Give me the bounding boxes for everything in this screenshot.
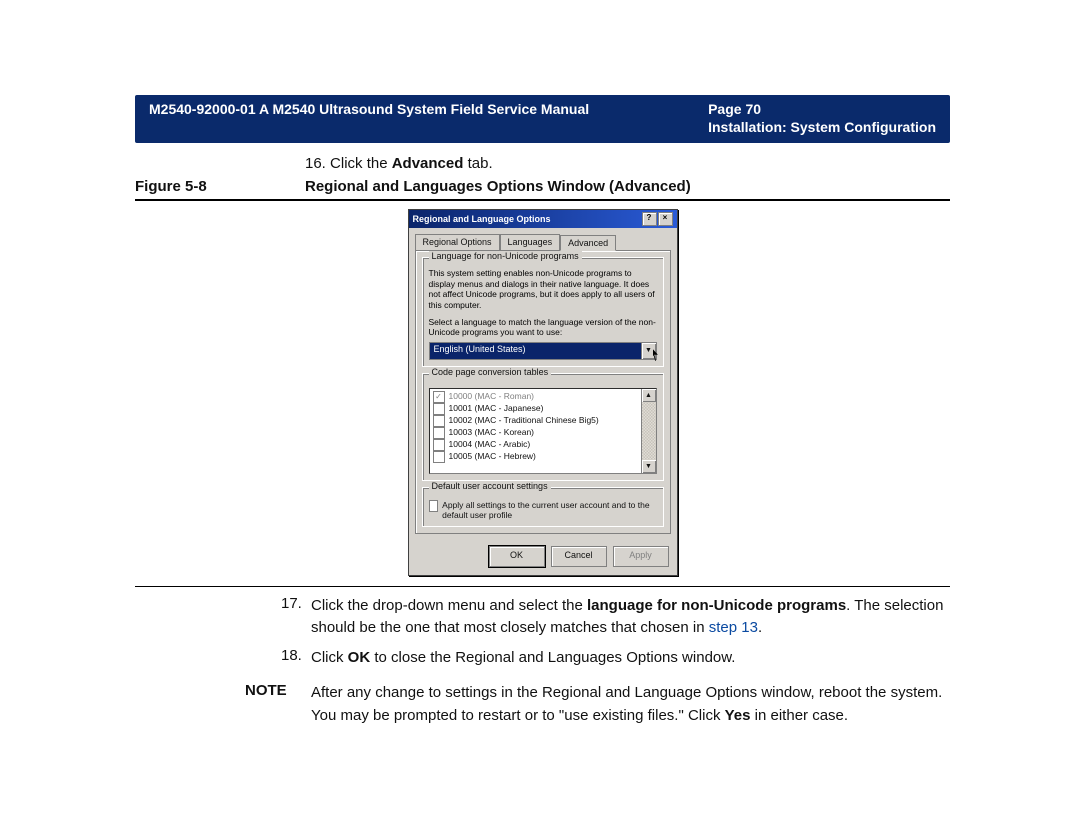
group-default-user: Default user account settings Apply all … bbox=[422, 487, 664, 527]
group-description: This system setting enables non-Unicode … bbox=[429, 268, 657, 311]
dialog-title: Regional and Language Options bbox=[413, 214, 551, 224]
dialog-window: Regional and Language Options ? × Region… bbox=[408, 209, 678, 576]
checkbox-label: Apply all settings to the current user a… bbox=[442, 500, 656, 520]
scrollbar[interactable]: ▲ ▼ bbox=[641, 389, 656, 473]
group-legend: Code page conversion tables bbox=[429, 367, 552, 377]
ok-button[interactable]: OK bbox=[489, 546, 545, 567]
scroll-track[interactable] bbox=[642, 402, 656, 460]
apply-button[interactable]: Apply bbox=[613, 546, 669, 567]
dialog-buttons: OK Cancel Apply bbox=[409, 540, 677, 575]
tab-languages[interactable]: Languages bbox=[500, 234, 561, 250]
list-item[interactable]: ✓10000 (MAC - Roman) bbox=[433, 391, 638, 403]
section-title: Installation: System Configuration bbox=[708, 119, 936, 135]
rule bbox=[135, 586, 950, 587]
tab-panel-advanced: Language for non-Unicode programs This s… bbox=[415, 250, 671, 534]
step-18: 18. Click OK to close the Regional and L… bbox=[281, 647, 950, 669]
checkbox-icon[interactable] bbox=[433, 415, 445, 427]
figure-heading: Figure 5-8 Regional and Languages Option… bbox=[135, 178, 950, 195]
figure-title: Regional and Languages Options Window (A… bbox=[305, 178, 691, 195]
list-item[interactable]: 10001 (MAC - Japanese) bbox=[433, 403, 638, 415]
step-16: 16. Click the Advanced tab. bbox=[305, 155, 950, 172]
group-legend: Default user account settings bbox=[429, 481, 551, 491]
codepage-listbox[interactable]: ✓10000 (MAC - Roman) 10001 (MAC - Japane… bbox=[429, 388, 657, 474]
help-button[interactable]: ? bbox=[642, 212, 657, 226]
list-item[interactable]: 10002 (MAC - Traditional Chinese Big5) bbox=[433, 415, 638, 427]
scroll-down-icon[interactable]: ▼ bbox=[642, 460, 656, 473]
language-combobox[interactable]: English (United States) ▼ bbox=[429, 342, 657, 360]
figure-label: Figure 5-8 bbox=[135, 178, 305, 195]
cancel-button[interactable]: Cancel bbox=[551, 546, 607, 567]
combobox-selected: English (United States) bbox=[430, 343, 642, 359]
note-block: NOTE After any change to settings in the… bbox=[245, 682, 950, 727]
page-number: Page 70 bbox=[708, 101, 936, 117]
group-language-nonunicode: Language for non-Unicode programs This s… bbox=[422, 257, 664, 367]
group-codepage: Code page conversion tables ✓10000 (MAC … bbox=[422, 373, 664, 481]
rule bbox=[135, 199, 950, 201]
step-17: 17. Click the drop-down menu and select … bbox=[281, 595, 950, 639]
apply-all-checkbox[interactable]: Apply all settings to the current user a… bbox=[429, 500, 657, 520]
checkbox-icon[interactable] bbox=[433, 451, 445, 463]
tab-regional-options[interactable]: Regional Options bbox=[415, 234, 500, 250]
figure-image: Regional and Language Options ? × Region… bbox=[135, 209, 950, 576]
checkbox-icon[interactable] bbox=[433, 439, 445, 451]
group-instruction: Select a language to match the language … bbox=[429, 317, 657, 338]
tab-advanced[interactable]: Advanced bbox=[560, 235, 616, 251]
scroll-up-icon[interactable]: ▲ bbox=[642, 389, 656, 402]
checkbox-icon[interactable]: ✓ bbox=[433, 391, 445, 403]
manual-page: M2540-92000-01 A M2540 Ultrasound System… bbox=[0, 0, 1080, 834]
note-label: NOTE bbox=[245, 682, 311, 727]
doc-title: M2540-92000-01 A M2540 Ultrasound System… bbox=[149, 101, 589, 135]
page-header: M2540-92000-01 A M2540 Ultrasound System… bbox=[135, 95, 950, 143]
checkbox-icon[interactable] bbox=[433, 403, 445, 415]
step-13-link[interactable]: step 13 bbox=[709, 619, 758, 636]
list-item[interactable]: 10005 (MAC - Hebrew) bbox=[433, 451, 638, 463]
checkbox-icon[interactable] bbox=[433, 427, 445, 439]
list-item[interactable]: 10004 (MAC - Arabic) bbox=[433, 439, 638, 451]
dialog-titlebar[interactable]: Regional and Language Options ? × bbox=[409, 210, 677, 228]
chevron-down-icon[interactable]: ▼ bbox=[642, 343, 656, 359]
checkbox-icon[interactable] bbox=[429, 500, 439, 512]
group-legend: Language for non-Unicode programs bbox=[429, 251, 582, 261]
list-item[interactable]: 10003 (MAC - Korean) bbox=[433, 427, 638, 439]
list-items: ✓10000 (MAC - Roman) 10001 (MAC - Japane… bbox=[430, 389, 641, 473]
close-button[interactable]: × bbox=[658, 212, 673, 226]
